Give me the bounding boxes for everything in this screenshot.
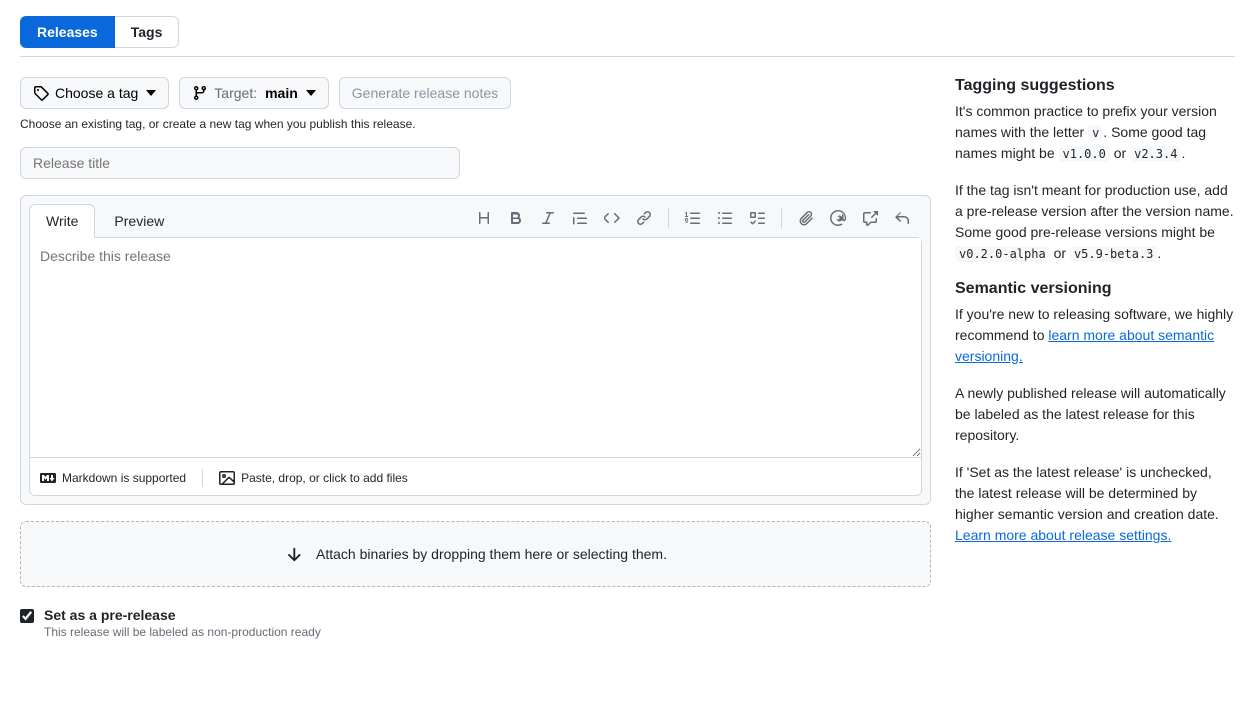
release-title-input[interactable] — [20, 147, 460, 179]
divider — [20, 56, 1235, 57]
prerelease-description: This release will be labeled as non-prod… — [44, 625, 321, 639]
semver-paragraph-3: If 'Set as the latest release' is unchec… — [955, 462, 1235, 546]
tab-tags[interactable]: Tags — [115, 16, 180, 48]
semver-paragraph-1: If you're new to releasing software, we … — [955, 304, 1235, 367]
ordered-list-icon[interactable] — [679, 204, 707, 232]
attach-binaries-dropzone[interactable]: Attach binaries by dropping them here or… — [20, 521, 931, 587]
tagging-heading: Tagging suggestions — [955, 77, 1235, 95]
markdown-supported-link[interactable]: Markdown is supported — [40, 470, 186, 486]
target-label: Target: — [214, 85, 257, 101]
image-icon — [219, 470, 235, 486]
prerelease-checkbox[interactable] — [20, 609, 34, 623]
toolbar-separator — [781, 208, 782, 228]
link-icon[interactable] — [630, 204, 658, 232]
semver-paragraph-2: A newly published release will automatic… — [955, 383, 1235, 446]
quote-icon[interactable] — [566, 204, 594, 232]
nav-tabs: Releases Tags — [20, 16, 1235, 48]
bold-icon[interactable] — [502, 204, 530, 232]
semver-heading: Semantic versioning — [955, 280, 1235, 298]
cross-reference-icon[interactable] — [856, 204, 884, 232]
tag-hint: Choose an existing tag, or create a new … — [20, 117, 931, 131]
sidebar: Tagging suggestions It's common practice… — [955, 77, 1235, 639]
prerelease-option: Set as a pre-release This release will b… — [20, 607, 931, 639]
mention-icon[interactable] — [824, 204, 852, 232]
tag-icon — [33, 85, 49, 101]
target-value: main — [265, 85, 298, 101]
caret-down-icon — [146, 90, 156, 96]
markdown-icon — [40, 470, 56, 486]
tagging-paragraph-1: It's common practice to prefix your vers… — [955, 101, 1235, 164]
editor-tab-write[interactable]: Write — [29, 204, 95, 238]
release-settings-link[interactable]: Learn more about release settings. — [955, 527, 1171, 543]
reply-icon[interactable] — [888, 204, 916, 232]
caret-down-icon — [306, 90, 316, 96]
release-toolbar: Choose a tag Target: main Generate relea… — [20, 77, 931, 109]
choose-tag-label: Choose a tag — [55, 85, 138, 101]
attachment-icon[interactable] — [792, 204, 820, 232]
italic-icon[interactable] — [534, 204, 562, 232]
arrow-down-icon — [284, 544, 304, 564]
editor-tab-preview[interactable]: Preview — [97, 204, 181, 238]
footer-separator — [202, 469, 203, 487]
release-description-textarea[interactable] — [30, 238, 921, 458]
git-branch-icon — [192, 85, 208, 101]
generate-release-notes-button[interactable]: Generate release notes — [339, 77, 511, 109]
tagging-paragraph-2: If the tag isn't meant for production us… — [955, 180, 1235, 264]
task-list-icon[interactable] — [743, 204, 771, 232]
tab-releases[interactable]: Releases — [20, 16, 115, 48]
target-branch-button[interactable]: Target: main — [179, 77, 329, 109]
heading-icon[interactable] — [470, 204, 498, 232]
choose-tag-button[interactable]: Choose a tag — [20, 77, 169, 109]
toolbar-separator — [668, 208, 669, 228]
code-icon[interactable] — [598, 204, 626, 232]
dropzone-label: Attach binaries by dropping them here or… — [316, 546, 667, 562]
description-editor: Write Preview — [20, 195, 931, 505]
prerelease-label: Set as a pre-release — [44, 607, 321, 623]
add-files-link[interactable]: Paste, drop, or click to add files — [219, 470, 408, 486]
unordered-list-icon[interactable] — [711, 204, 739, 232]
